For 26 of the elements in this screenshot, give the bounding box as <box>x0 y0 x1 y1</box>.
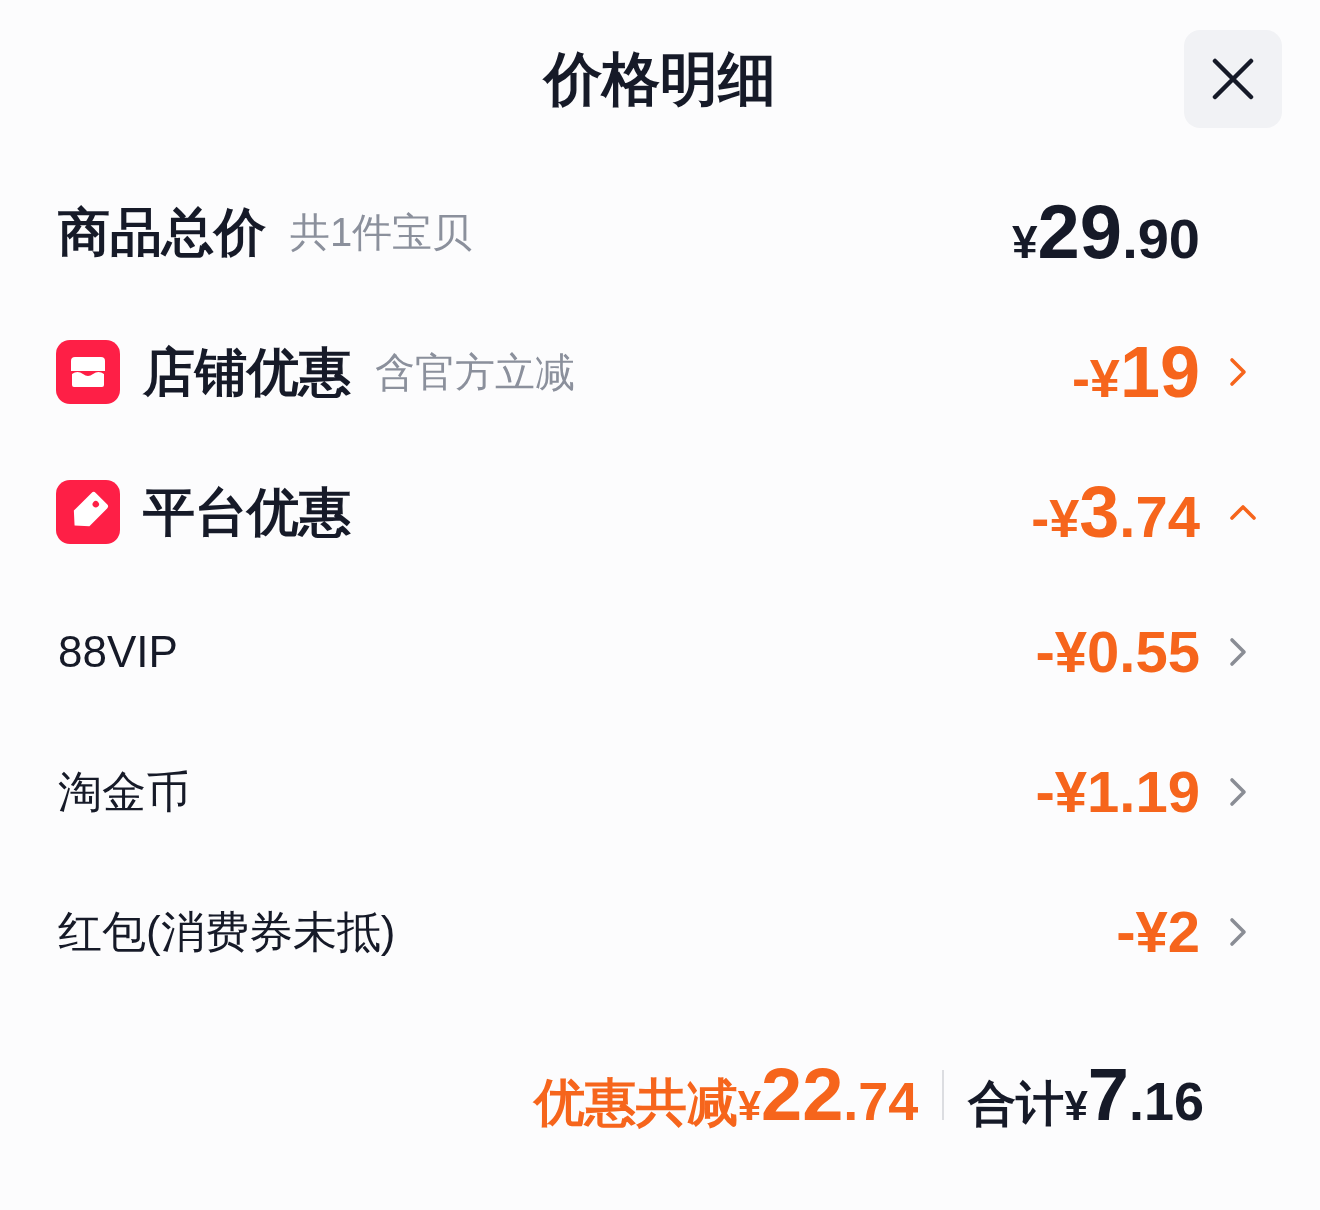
tag-icon <box>56 480 120 544</box>
discount-label: 店铺优惠 <box>143 341 351 403</box>
discount-item-amount: -¥1.19 <box>1035 763 1200 821</box>
discount-item-label: 88VIP <box>58 625 178 678</box>
chevron-right-icon[interactable] <box>1229 637 1247 667</box>
subtotal-label: 商品总价 <box>58 201 266 263</box>
chevron-right-icon[interactable] <box>1229 357 1247 387</box>
grand-total: 合计¥7.16 <box>968 1058 1204 1132</box>
discount-note: 含官方立减 <box>375 349 575 396</box>
discount-item-label: 红包(消费券未抵) <box>58 905 396 958</box>
chevron-up-icon[interactable] <box>1229 503 1257 521</box>
close-button[interactable] <box>1184 30 1282 128</box>
chevron-right-icon[interactable] <box>1229 917 1247 947</box>
close-icon <box>1212 58 1254 100</box>
chevron-right-icon[interactable] <box>1229 777 1247 807</box>
item-count-note: 共1件宝贝 <box>290 209 473 256</box>
discount-item-label: 淘金币 <box>58 765 190 818</box>
discount-item-amount: -¥0.55 <box>1035 623 1200 681</box>
discount-item-amount: -¥2 <box>1116 903 1200 961</box>
discount-amount: -¥19 <box>1071 336 1200 408</box>
discount-label: 平台优惠 <box>143 481 351 543</box>
storefront-icon <box>56 340 120 404</box>
sheet-title: 价格明细 <box>544 45 776 114</box>
subtotal-price: ¥29.90 <box>1012 194 1200 270</box>
discount-amount: -¥3.74 <box>1031 476 1200 548</box>
discount-total: 优惠共减¥22.74 <box>533 1058 919 1132</box>
